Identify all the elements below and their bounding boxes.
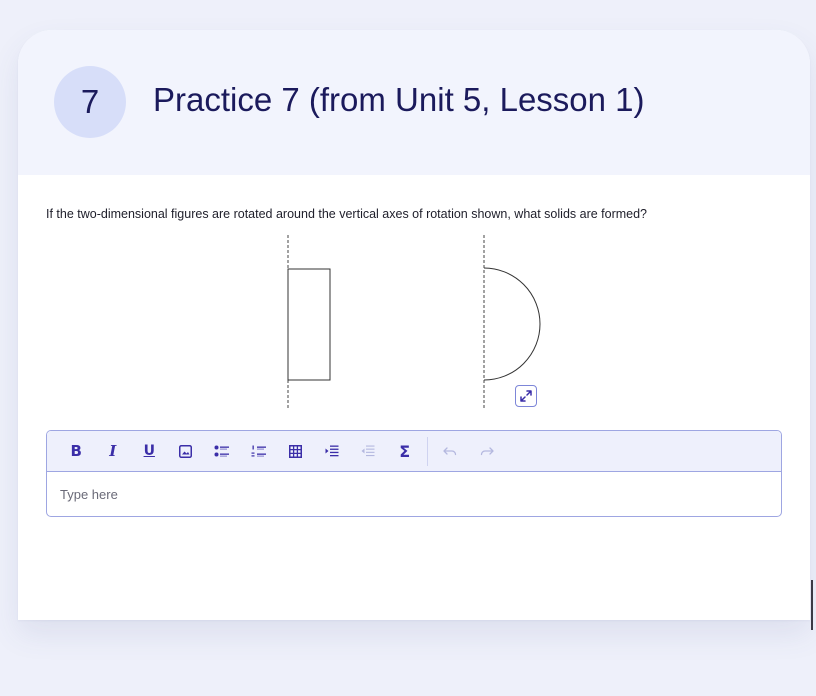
numbered-list-button[interactable] (241, 431, 278, 472)
practice-card: 7 Practice 7 (from Unit 5, Lesson 1) If … (18, 30, 810, 620)
undo-button[interactable] (432, 431, 469, 472)
redo-button[interactable] (469, 431, 506, 472)
expand-image-button[interactable] (515, 385, 537, 407)
numbered-list-icon (251, 445, 266, 457)
toolbar-divider (427, 436, 428, 466)
table-icon (288, 444, 302, 458)
outdent-button[interactable] (350, 431, 387, 472)
redo-icon (480, 447, 494, 456)
indent-button[interactable] (314, 431, 351, 472)
problem-number-badge: 7 (54, 66, 126, 138)
underline-button[interactable]: U (131, 431, 168, 472)
italic-icon: I (109, 442, 117, 460)
figure-drawing (287, 235, 541, 410)
editor-toolbar: B I U Σ (47, 431, 781, 472)
question-prompt: If the two-dimensional figures are rotat… (46, 207, 648, 221)
image-button[interactable] (168, 431, 205, 472)
rectangle-shape (287, 268, 331, 381)
undo-icon (443, 447, 457, 456)
underline-icon: U (143, 443, 155, 459)
bullet-list-button[interactable] (204, 431, 241, 472)
card-header: 7 Practice 7 (from Unit 5, Lesson 1) (18, 30, 810, 175)
answer-input[interactable]: Type here (47, 472, 781, 502)
sigma-button[interactable]: Σ (387, 431, 424, 472)
bold-button[interactable]: B (58, 431, 95, 472)
rotation-figure (258, 235, 558, 410)
indent-icon (325, 445, 339, 457)
bullet-list-icon (214, 445, 230, 457)
semicircle-shape (483, 267, 541, 381)
outdent-icon (361, 445, 375, 457)
expand-arrows-icon (520, 390, 532, 402)
table-button[interactable] (277, 431, 314, 472)
italic-button[interactable]: I (95, 431, 132, 472)
answer-editor: B I U Σ Type here (46, 430, 782, 517)
page-title: Practice 7 (from Unit 5, Lesson 1) (153, 81, 645, 118)
sigma-icon: Σ (399, 441, 411, 461)
bold-icon: B (70, 442, 82, 460)
window-edge (811, 580, 813, 630)
image-icon (179, 444, 193, 458)
